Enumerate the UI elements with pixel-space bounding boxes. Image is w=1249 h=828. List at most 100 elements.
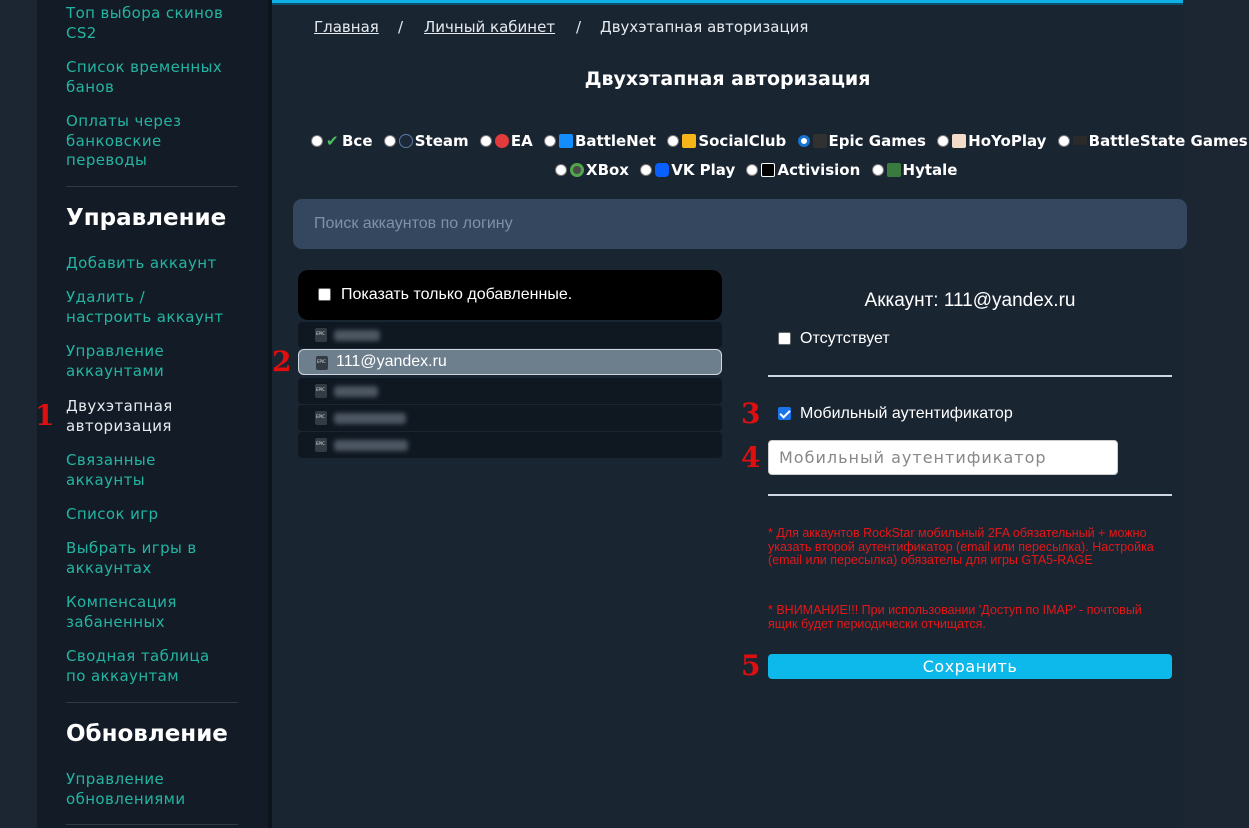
platform-option-ea[interactable]: EA [479, 132, 533, 150]
platform-label: BattleNet [574, 131, 657, 150]
platform-option-hoyoplay[interactable]: HoYoPlay [937, 132, 1046, 150]
xbox-icon [570, 162, 584, 177]
platform-option-xbox[interactable]: XBox [555, 161, 629, 179]
sidebar-divider [66, 702, 238, 703]
sidebar-divider [66, 186, 238, 187]
sidebar-item-delete-account[interactable]: Удалить / настроить аккаунт [66, 288, 246, 327]
blurred-login [334, 413, 406, 424]
radio-button[interactable] [640, 163, 653, 176]
platform-option-all[interactable]: ✔ Все [311, 132, 373, 150]
account-login: 111@yandex.ru [336, 353, 447, 370]
platform-option-hytale[interactable]: Hytale [871, 160, 958, 179]
epic-games-icon [315, 328, 327, 342]
sidebar-section-manage: Управление [66, 205, 227, 231]
annotation-number: 4 [741, 441, 761, 474]
sidebar-item-add-account[interactable]: Добавить аккаунт [66, 254, 246, 274]
sidebar-item-games-list[interactable]: Список игр [66, 505, 246, 525]
filter-label: Показать только добавленные. [341, 286, 573, 303]
account-list-item[interactable] [298, 378, 722, 404]
radio-button[interactable] [543, 134, 556, 147]
rockstar-warning: * Для аккаунтов RockStar мобильный 2FA о… [768, 526, 1154, 567]
rockstar-icon [682, 133, 697, 148]
platform-option-activision[interactable]: Activision [746, 161, 860, 179]
annotation-number: 2 [272, 345, 292, 378]
radio-button[interactable] [1057, 134, 1070, 147]
top-accent-bar [272, 0, 1183, 5]
radio-button[interactable] [871, 163, 884, 176]
platform-label: Activision [777, 160, 861, 179]
annotation-number: 5 [741, 649, 761, 682]
sidebar-item-manage-updates[interactable]: Управление обновлениями [66, 770, 246, 809]
sidebar-section-update: Обновление [66, 721, 228, 747]
annotation-number: 1 [35, 399, 55, 432]
mobile-auth-checkbox[interactable] [778, 407, 791, 420]
account-list-item[interactable] [298, 405, 722, 431]
breadcrumb-separator: / [398, 18, 404, 36]
divider [768, 375, 1172, 377]
radio-button[interactable] [383, 134, 396, 147]
activision-icon [761, 162, 776, 177]
platform-label: Все [342, 131, 373, 150]
platform-label: HoYoPlay [968, 131, 1047, 150]
breadcrumb-cabinet-link[interactable]: Личный кабинет [424, 18, 555, 36]
platform-filter-row: XBox VK Play Activision Hytale [555, 160, 963, 179]
epic-games-icon [812, 133, 827, 148]
sidebar-item-two-factor[interactable]: Двухэтапная авторизация [66, 397, 246, 436]
radio-button[interactable] [311, 134, 323, 147]
epic-games-icon [316, 356, 328, 370]
sidebar-item-compensation[interactable]: Компенсация забаненных [66, 593, 246, 632]
platform-label: SocialClub [698, 131, 787, 150]
hytale-icon [886, 162, 901, 177]
search-input[interactable] [293, 199, 1187, 249]
divider [768, 494, 1172, 496]
sidebar-item-temp-bans[interactable]: Список временных банов [66, 58, 246, 97]
radio-button[interactable] [797, 134, 810, 147]
ea-icon [494, 133, 509, 148]
account-title: Аккаунт: 111@yandex.ru [864, 290, 1076, 311]
epic-games-icon [315, 384, 327, 398]
breadcrumb-current: Двухэтапная авторизация [600, 18, 809, 36]
account-list-item[interactable] [298, 322, 722, 348]
check-icon: ✔ [326, 131, 339, 150]
account-list-item[interactable] [298, 432, 722, 458]
platform-label: VK Play [671, 160, 736, 179]
save-button[interactable]: Сохранить [768, 654, 1172, 679]
epic-games-icon [315, 438, 327, 452]
blurred-login [334, 330, 380, 341]
platform-option-battlestate[interactable]: BattleState Games [1057, 132, 1248, 150]
imap-warning: * ВНИМАНИЕ!!! При использовании 'Доступ … [768, 603, 1142, 631]
blurred-login [334, 386, 378, 397]
vkplay-icon [655, 162, 670, 177]
absent-label: Отсутствует [800, 330, 890, 347]
radio-button[interactable] [479, 134, 492, 147]
sidebar-item-manage-accounts[interactable]: Управление аккаунтами [66, 342, 246, 381]
mobile-auth-label: Мобильный аутентификатор [800, 405, 1013, 422]
platform-option-socialclub[interactable]: SocialClub [667, 132, 786, 150]
epic-games-icon [315, 411, 327, 425]
platform-label: Hytale [902, 160, 958, 179]
absent-checkbox[interactable] [778, 332, 791, 345]
radio-button[interactable] [937, 134, 950, 147]
platform-option-steam[interactable]: Steam [383, 132, 469, 150]
radio-button[interactable] [555, 163, 567, 176]
breadcrumb-home-link[interactable]: Главная [314, 18, 379, 36]
account-list-item-selected[interactable]: 111@yandex.ru [298, 349, 722, 375]
platform-option-battlenet[interactable]: BattleNet [543, 131, 657, 150]
sidebar-item-skins-top[interactable]: Топ выбора скинов CS2 [66, 4, 246, 43]
platform-option-vkplay[interactable]: VK Play [640, 161, 735, 179]
platform-option-epic[interactable]: Epic Games [797, 132, 926, 150]
sidebar-item-summary-table[interactable]: Сводная таблица по аккаунтам [66, 647, 246, 686]
sidebar-item-linked-accounts[interactable]: Связанные аккаунты [66, 451, 246, 490]
mobile-auth-input[interactable] [768, 440, 1118, 475]
sidebar-item-bank-payments[interactable]: Оплаты через банковские переводы [66, 112, 246, 171]
radio-button[interactable] [667, 134, 680, 147]
steam-icon [398, 133, 413, 148]
breadcrumb-separator: / [576, 18, 582, 36]
radio-button[interactable] [746, 163, 759, 176]
hoyoplay-icon [952, 133, 967, 148]
page-title: Двухэтапная авторизация [584, 68, 871, 90]
filter-checkbox[interactable] [318, 288, 331, 301]
filter-box: Показать только добавленные. [298, 270, 722, 320]
sidebar-item-choose-games[interactable]: Выбрать игры в аккаунтах [66, 539, 246, 578]
blurred-login [334, 440, 408, 451]
